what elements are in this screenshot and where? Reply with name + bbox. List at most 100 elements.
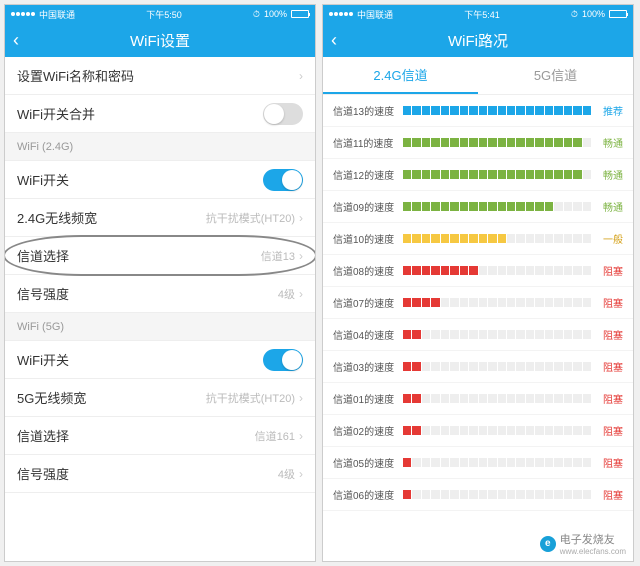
channel-row[interactable]: 信道09的速度 畅通 — [323, 191, 633, 223]
row-24g-signal[interactable]: 信号强度 4级› — [5, 275, 315, 313]
row-5g-bandwidth[interactable]: 5G无线频宽 抗干扰模式(HT20)› — [5, 379, 315, 417]
row-label: 5G无线频宽 — [17, 388, 86, 407]
signal-bars — [403, 266, 591, 275]
row-5g-signal[interactable]: 信号强度 4级 › — [5, 455, 315, 493]
channel-row[interactable]: 信道08的速度 阻塞 — [323, 255, 633, 287]
channel-row[interactable]: 信道04的速度阻塞 — [323, 319, 633, 351]
channel-status: 畅通 — [597, 135, 623, 150]
chevron-right-icon: › — [299, 69, 303, 83]
signal-bars — [403, 426, 591, 435]
channel-row[interactable]: 信道12的速度 畅通 — [323, 159, 633, 191]
row-value: 4级 — [278, 466, 295, 482]
channel-status: 推荐 — [597, 103, 623, 118]
watermark: e 电子发烧友 www.elecfans.com — [536, 529, 630, 558]
channel-label: 信道09的速度 — [333, 199, 397, 214]
watermark-url: www.elecfans.com — [560, 547, 626, 556]
tab-24g[interactable]: 2.4G信道 — [323, 57, 478, 94]
channel-status: 一般 — [597, 231, 623, 246]
page-title: WiFi设置 — [130, 30, 190, 51]
signal-bars — [403, 362, 591, 371]
channel-label: 信道02的速度 — [333, 423, 397, 438]
channel-status: 畅通 — [597, 167, 623, 182]
clock: 下午5:41 — [464, 8, 500, 21]
channel-label: 信道04的速度 — [333, 327, 397, 342]
row-label: 信号强度 — [17, 464, 69, 483]
signal-dots-icon — [11, 12, 35, 16]
toggle-5g[interactable] — [263, 349, 303, 371]
signal-dots-icon — [329, 12, 353, 16]
row-label: WiFi开关合并 — [17, 104, 95, 123]
channel-status: 阻塞 — [597, 487, 623, 502]
carrier-label: 中国联通 — [357, 8, 393, 21]
row-24g-switch[interactable]: WiFi开关 — [5, 161, 315, 199]
toggle-merge[interactable] — [263, 103, 303, 125]
row-value: 抗干扰模式(HT20) — [206, 210, 295, 226]
header: ‹ WiFi路况 — [323, 23, 633, 57]
row-24g-channel[interactable]: 信道选择 信道13› — [5, 237, 315, 275]
channel-label: 信道12的速度 — [333, 167, 397, 182]
channel-label: 信道06的速度 — [333, 487, 397, 502]
tab-5g[interactable]: 5G信道 — [478, 57, 633, 94]
channel-status: 阻塞 — [597, 263, 623, 278]
channel-row[interactable]: 信道06的速度 阻塞 — [323, 479, 633, 511]
row-wifi-switch-merge[interactable]: WiFi开关合并 — [5, 95, 315, 133]
channel-label: 信道03的速度 — [333, 359, 397, 374]
channel-label: 信道08的速度 — [333, 263, 397, 278]
toggle-24g[interactable] — [263, 169, 303, 191]
channel-row[interactable]: 信道10的速度一般 — [323, 223, 633, 255]
signal-bars — [403, 170, 591, 179]
back-button[interactable]: ‹ — [331, 30, 337, 51]
channel-row[interactable]: 信道01的速度阻塞 — [323, 383, 633, 415]
row-value: 信道161 — [255, 428, 295, 444]
battery-icon — [291, 10, 309, 18]
channel-list[interactable]: 信道13的速度推荐信道11的速度畅通信道12的速度畅通信道09的速度畅通信道10… — [323, 95, 633, 561]
channel-tabs: 2.4G信道 5G信道 — [323, 57, 633, 95]
row-5g-switch[interactable]: WiFi开关 — [5, 341, 315, 379]
back-button[interactable]: ‹ — [13, 30, 19, 51]
channel-row[interactable]: 信道03的速度 阻塞 — [323, 351, 633, 383]
channel-status: 阻塞 — [597, 423, 623, 438]
channel-label: 信道13的速度 — [333, 103, 397, 118]
channel-row[interactable]: 信道13的速度 推荐 — [323, 95, 633, 127]
channel-row[interactable]: 信道02的速度 阻塞 — [323, 415, 633, 447]
channel-row[interactable]: 信道07的速度阻塞 — [323, 287, 633, 319]
chevron-right-icon: › — [299, 211, 303, 225]
row-value: 抗干扰模式(HT20) — [206, 390, 295, 406]
battery-icon — [609, 10, 627, 18]
status-bar: 中国联通 下午5:41 ⏱ 100% — [323, 5, 633, 23]
row-5g-channel[interactable]: 信道选择 信道161› — [5, 417, 315, 455]
channel-label: 信道05的速度 — [333, 455, 397, 470]
phone-wifi-channels: 中国联通 下午5:41 ⏱ 100% ‹ WiFi路况 2.4G信道 5G信道 … — [322, 4, 634, 562]
channel-status: 阻塞 — [597, 391, 623, 406]
alarm-icon: ⏱ — [571, 9, 578, 20]
row-value: 信道13 — [261, 248, 295, 264]
row-24g-bandwidth[interactable]: 2.4G无线频宽 抗干扰模式(HT20)› — [5, 199, 315, 237]
channel-row[interactable]: 信道05的速度阻塞 — [323, 447, 633, 479]
carrier-label: 中国联通 — [39, 8, 75, 21]
signal-bars — [403, 298, 591, 307]
row-wifi-name-password[interactable]: 设置WiFi名称和密码 › — [5, 57, 315, 95]
channel-status: 阻塞 — [597, 359, 623, 374]
battery-percent: 100% — [264, 9, 287, 19]
signal-bars — [403, 202, 591, 211]
row-label: 信道选择 — [17, 426, 69, 445]
signal-bars — [403, 458, 591, 467]
channel-row[interactable]: 信道11的速度 畅通 — [323, 127, 633, 159]
clock: 下午5:50 — [146, 8, 182, 21]
row-label: 设置WiFi名称和密码 — [17, 66, 134, 85]
channel-status: 畅通 — [597, 199, 623, 214]
signal-bars — [403, 138, 591, 147]
battery-percent: 100% — [582, 9, 605, 19]
row-label: WiFi开关 — [17, 170, 69, 189]
signal-bars — [403, 490, 591, 499]
signal-bars — [403, 394, 591, 403]
section-header-5g: WiFi (5G) — [5, 313, 315, 341]
chevron-right-icon: › — [299, 467, 303, 481]
header: ‹ WiFi设置 — [5, 23, 315, 57]
status-bar: 中国联通 下午5:50 ⏱ 100% — [5, 5, 315, 23]
watermark-icon: e — [540, 536, 556, 552]
row-label: 信号强度 — [17, 284, 69, 303]
channel-label: 信道07的速度 — [333, 295, 397, 310]
watermark-brand: 电子发烧友 — [560, 531, 626, 547]
channel-label: 信道11的速度 — [333, 135, 397, 150]
